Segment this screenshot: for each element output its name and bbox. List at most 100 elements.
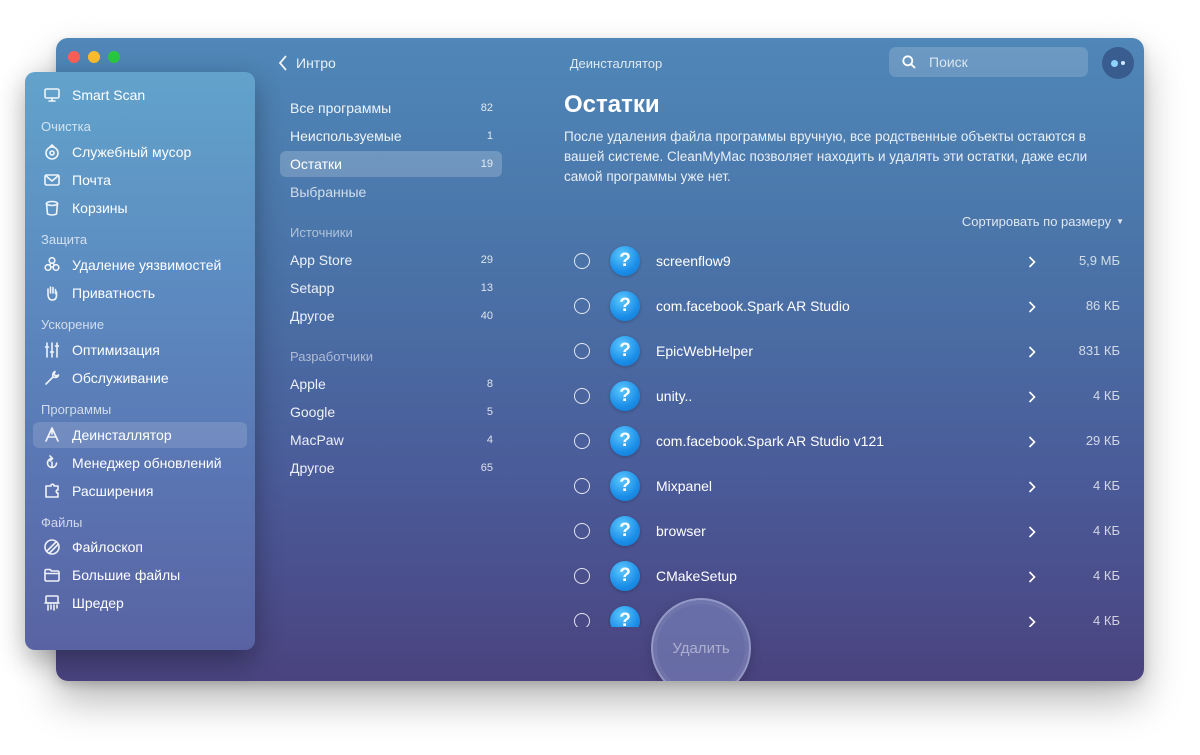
minimize-window-button[interactable] (88, 51, 100, 63)
unknown-app-icon: ? (610, 380, 640, 411)
category-dev-google[interactable]: Google 5 (280, 399, 502, 425)
list-item[interactable]: ? unity.. 4 КБ (564, 373, 1124, 418)
list-item[interactable]: ? Mixpanel 4 КБ (564, 463, 1124, 508)
sidebar-item-malware[interactable]: Удаление уязвимостей (33, 252, 247, 278)
sidebar-item-large-files[interactable]: Большие файлы (33, 562, 247, 588)
monitor-icon (42, 85, 62, 105)
unknown-app-icon: ? (610, 245, 640, 276)
zoom-window-button[interactable] (108, 51, 120, 63)
category-selected[interactable]: Выбранные (280, 179, 502, 205)
sidebar-item-label: Служебный мусор (72, 144, 192, 160)
row-checkbox[interactable] (574, 567, 590, 584)
close-window-button[interactable] (68, 51, 80, 63)
category-dev-other[interactable]: Другое 65 (280, 455, 502, 481)
list-item[interactable]: ? com.facebook.Spark AR Studio 86 КБ (564, 283, 1124, 328)
item-name: CMakeSetup (656, 567, 737, 584)
category-unused[interactable]: Неиспользуемые 1 (280, 123, 502, 149)
sidebar-item-trash[interactable]: Корзины (33, 195, 247, 221)
item-name: unity.. (656, 387, 693, 404)
shredder-icon (42, 593, 62, 613)
category-count: 4 (486, 434, 493, 446)
category-count: 1 (486, 130, 493, 142)
unknown-app-icon: ? (610, 335, 640, 366)
row-checkbox[interactable] (574, 432, 590, 449)
sidebar-item-label: Большие файлы (72, 567, 181, 583)
window-title: Деинсталлятор (569, 56, 663, 71)
chevron-right-icon[interactable] (1028, 300, 1036, 313)
sort-dropdown[interactable]: Сортировать по размеру ▼ (962, 214, 1124, 229)
list-item[interactable]: ? browser 4 КБ (564, 508, 1124, 553)
sidebar-item-label: Расширения (72, 483, 154, 499)
chevron-right-icon[interactable] (1028, 480, 1036, 493)
page-title: Остатки (564, 91, 660, 118)
sidebar-section-cleanup: Очистка (41, 119, 91, 134)
row-checkbox[interactable] (574, 387, 590, 404)
category-dev-macpaw[interactable]: MacPaw 4 (280, 427, 502, 453)
sidebar-item-optimization[interactable]: Оптимизация (33, 337, 247, 363)
sidebar-section-protection: Защита (41, 232, 88, 247)
row-checkbox[interactable] (574, 612, 590, 627)
category-source-appstore[interactable]: App Store 29 (280, 247, 502, 273)
category-source-other[interactable]: Другое 40 (280, 303, 502, 329)
category-source-setapp[interactable]: Setapp 13 (280, 275, 502, 301)
item-name: com.facebook.Spark AR Studio v121 (656, 432, 885, 449)
unknown-app-icon: ? (610, 560, 640, 591)
category-label: MacPaw (290, 432, 344, 448)
list-item[interactable]: ? com.facebook.Spark AR Studio v121 29 К… (564, 418, 1124, 463)
list-item[interactable]: ? screenflow9 5,9 МБ (564, 238, 1124, 283)
assistant-button[interactable] (1102, 47, 1134, 79)
row-checkbox[interactable] (574, 477, 590, 494)
sidebar-item-label: Обслуживание (72, 370, 169, 386)
sidebar-item-extensions[interactable]: Расширения (33, 478, 247, 504)
lens-icon (42, 537, 62, 557)
chevron-right-icon[interactable] (1028, 435, 1036, 448)
back-button[interactable]: Интро (278, 55, 336, 71)
biohazard-icon (42, 255, 62, 275)
chevron-right-icon[interactable] (1028, 615, 1036, 627)
sidebar-item-privacy[interactable]: Приватность (33, 280, 247, 306)
list-item[interactable]: ? EpicWebHelper 831 КБ (564, 328, 1124, 373)
category-leftovers[interactable]: Остатки 19 (280, 151, 502, 177)
row-checkbox[interactable] (574, 342, 590, 359)
item-size: 831 КБ (1078, 343, 1120, 358)
sources-heading: Источники (290, 225, 353, 240)
sidebar-item-label: Файлоскоп (72, 539, 144, 555)
sidebar-item-system-junk[interactable]: Служебный мусор (33, 139, 247, 165)
sidebar-item-mail[interactable]: Почта (33, 167, 247, 193)
list-item[interactable]: ? CMakeSetup 4 КБ (564, 553, 1124, 598)
sidebar-item-uninstaller[interactable]: Деинсталлятор (33, 422, 247, 448)
chevron-right-icon[interactable] (1028, 390, 1036, 403)
sidebar-item-smart-scan[interactable]: Smart Scan (33, 82, 247, 108)
item-size: 4 КБ (1093, 523, 1120, 538)
back-label: Интро (296, 55, 336, 71)
chevron-right-icon[interactable] (1028, 570, 1036, 583)
unknown-app-icon: ? (610, 290, 640, 321)
row-checkbox[interactable] (574, 522, 590, 539)
sidebar-item-label: Приватность (72, 285, 156, 301)
search-box[interactable] (889, 47, 1088, 77)
item-size: 4 КБ (1093, 388, 1120, 403)
category-label: Другое (290, 460, 335, 476)
item-size: 86 КБ (1085, 298, 1120, 313)
category-label: Все программы (290, 100, 392, 116)
category-dev-apple[interactable]: Apple 8 (280, 371, 502, 397)
search-icon (902, 55, 916, 69)
row-checkbox[interactable] (574, 252, 590, 269)
page-description: После удаления файла программы вручную, … (564, 129, 1088, 184)
item-size: 4 КБ (1093, 613, 1120, 627)
sidebar-item-maintenance[interactable]: Обслуживание (33, 365, 247, 391)
sidebar-section-apps: Программы (41, 402, 112, 417)
chevron-right-icon[interactable] (1028, 525, 1036, 538)
chevron-right-icon[interactable] (1028, 345, 1036, 358)
category-count: 19 (480, 158, 493, 170)
row-checkbox[interactable] (574, 297, 590, 314)
search-input[interactable] (929, 54, 1069, 70)
category-all-apps[interactable]: Все программы 82 (280, 95, 502, 121)
sidebar-item-updater[interactable]: Менеджер обновлений (33, 450, 247, 476)
category-count: 40 (480, 310, 493, 322)
chevron-right-icon[interactable] (1028, 255, 1036, 268)
sidebar-item-space-lens[interactable]: Файлоскоп (33, 534, 247, 560)
sliders-icon (42, 340, 62, 360)
sidebar-item-shredder[interactable]: Шредер (33, 590, 247, 616)
list-item[interactable]: ? 4 КБ (564, 598, 1124, 627)
